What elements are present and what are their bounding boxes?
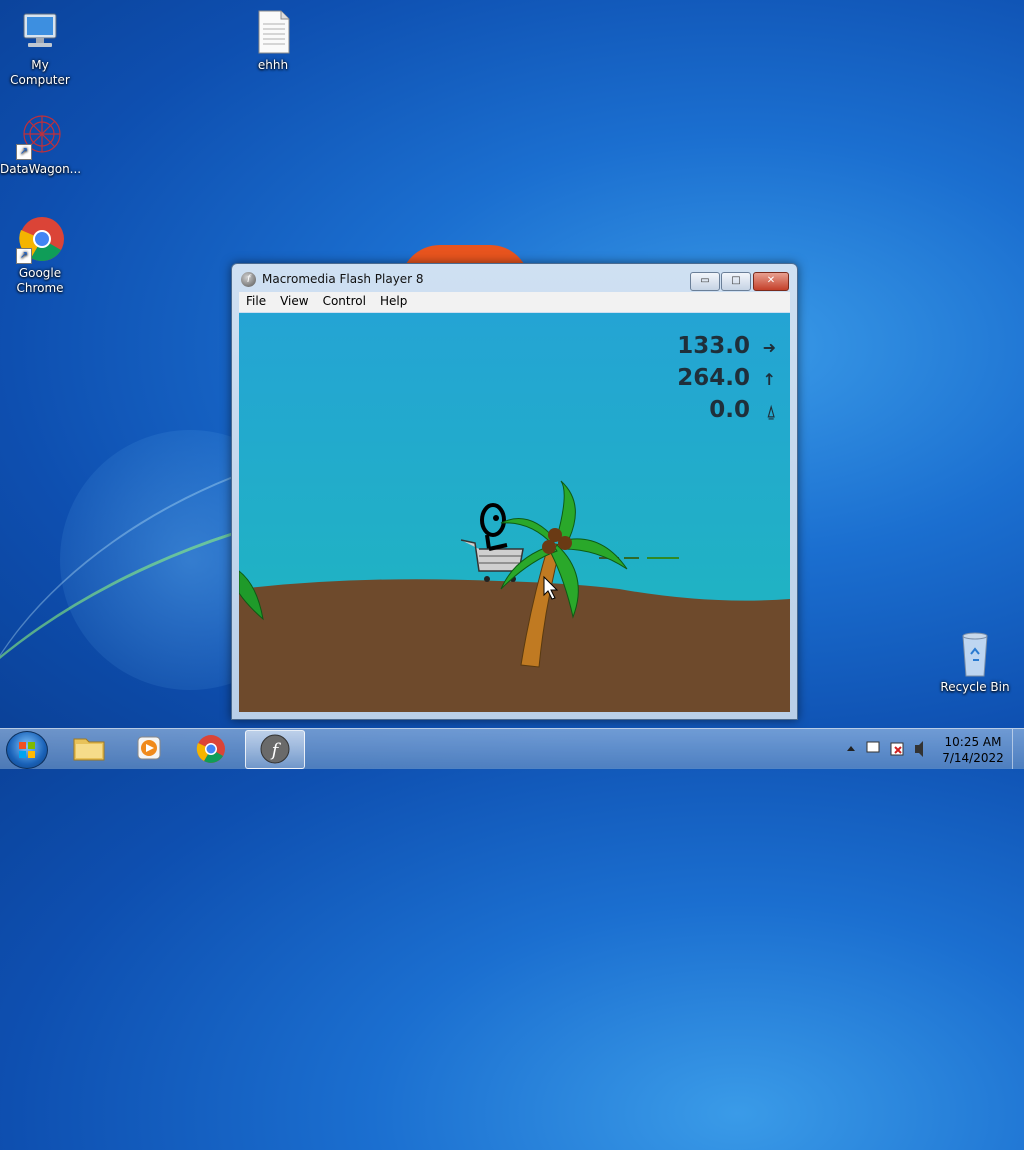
maximize-button[interactable]: □: [721, 272, 751, 291]
up-arrow-icon: ↑: [762, 370, 776, 389]
desktop-icon-label: Recycle Bin: [940, 680, 1010, 694]
shortcut-arrow-icon: ↗: [16, 248, 32, 264]
show-desktop-button[interactable]: [1012, 729, 1024, 769]
flash-player-icon: f: [260, 734, 290, 764]
chrome-icon: ↗: [16, 216, 64, 264]
hud-vertical-speed: 264.0 ↑: [677, 365, 776, 391]
desktop-icon-label: DataWagon...: [0, 162, 82, 176]
hud-horizontal-speed: 133.0 ➜: [677, 333, 776, 359]
desktop-icon-recycle-bin[interactable]: Recycle Bin: [935, 630, 1015, 695]
window-title: Macromedia Flash Player 8: [262, 272, 424, 286]
taskbar-media-player-button[interactable]: [120, 730, 178, 767]
desktop-icon-datawagon[interactable]: ↗ DataWagon...: [0, 112, 82, 177]
datawagon-icon: ↗: [16, 112, 64, 160]
show-hidden-icons-icon: [847, 746, 855, 751]
network-icon: [866, 741, 880, 753]
menu-control[interactable]: Control: [316, 292, 373, 312]
volume-icon: [915, 741, 923, 757]
shortcut-arrow-icon: ↗: [16, 144, 32, 160]
menu-file[interactable]: File: [239, 292, 273, 312]
desktop-icon-my-computer[interactable]: My Computer: [0, 8, 80, 88]
menu-help[interactable]: Help: [373, 292, 414, 312]
minimize-button[interactable]: ▭: [690, 272, 720, 291]
gun-icon: ⍙: [766, 402, 776, 421]
computer-icon: [16, 8, 64, 56]
media-player-icon: [137, 736, 161, 760]
desktop-icon-google-chrome[interactable]: ↗ Google Chrome: [0, 216, 80, 296]
taskbar: f 10:25 AM 7/14/2022: [0, 728, 1024, 769]
clock-date: 7/14/2022: [942, 751, 1004, 765]
ground: [239, 579, 790, 712]
flash-player-window[interactable]: f Macromedia Flash Player 8 ▭ □ ✕ File V…: [231, 263, 798, 720]
desktop-icon-label: My Computer: [10, 58, 70, 87]
recycle-bin-icon: [951, 630, 999, 678]
taskbar-chrome-button[interactable]: [182, 730, 240, 767]
notification-area: [845, 729, 930, 769]
hud-value: 133.0: [677, 333, 750, 359]
title-bar[interactable]: f Macromedia Flash Player 8 ▭ □ ✕: [232, 264, 797, 294]
desktop-icon-label: ehhh: [257, 58, 289, 72]
menu-bar: File View Control Help: [239, 292, 790, 312]
hud-value: 0.0: [709, 397, 750, 423]
taskbar-flash-player-button[interactable]: f: [245, 730, 305, 769]
taskbar-explorer-button[interactable]: [60, 730, 118, 767]
system-clock[interactable]: 10:25 AM 7/14/2022: [936, 734, 1010, 766]
close-button[interactable]: ✕: [753, 272, 789, 291]
hud-value: 264.0: [677, 365, 750, 391]
flash-player-icon: f: [241, 272, 256, 287]
folder-icon: [73, 738, 105, 761]
start-button[interactable]: [6, 731, 48, 769]
windows-logo-icon: [19, 742, 35, 758]
desktop-icon-ehhh[interactable]: ehhh: [233, 8, 313, 73]
game-stage[interactable]: 133.0 ➜ 264.0 ↑ 0.0 ⍙: [239, 313, 790, 712]
text-file-icon: [249, 8, 297, 56]
chrome-icon: [196, 735, 225, 763]
desktop-icon-label: Google Chrome: [16, 266, 64, 295]
clock-time: 10:25 AM: [944, 735, 1002, 749]
right-arrow-icon: ➜: [762, 338, 776, 357]
menu-view[interactable]: View: [273, 292, 315, 312]
hud-third-value: 0.0 ⍙: [709, 397, 776, 423]
